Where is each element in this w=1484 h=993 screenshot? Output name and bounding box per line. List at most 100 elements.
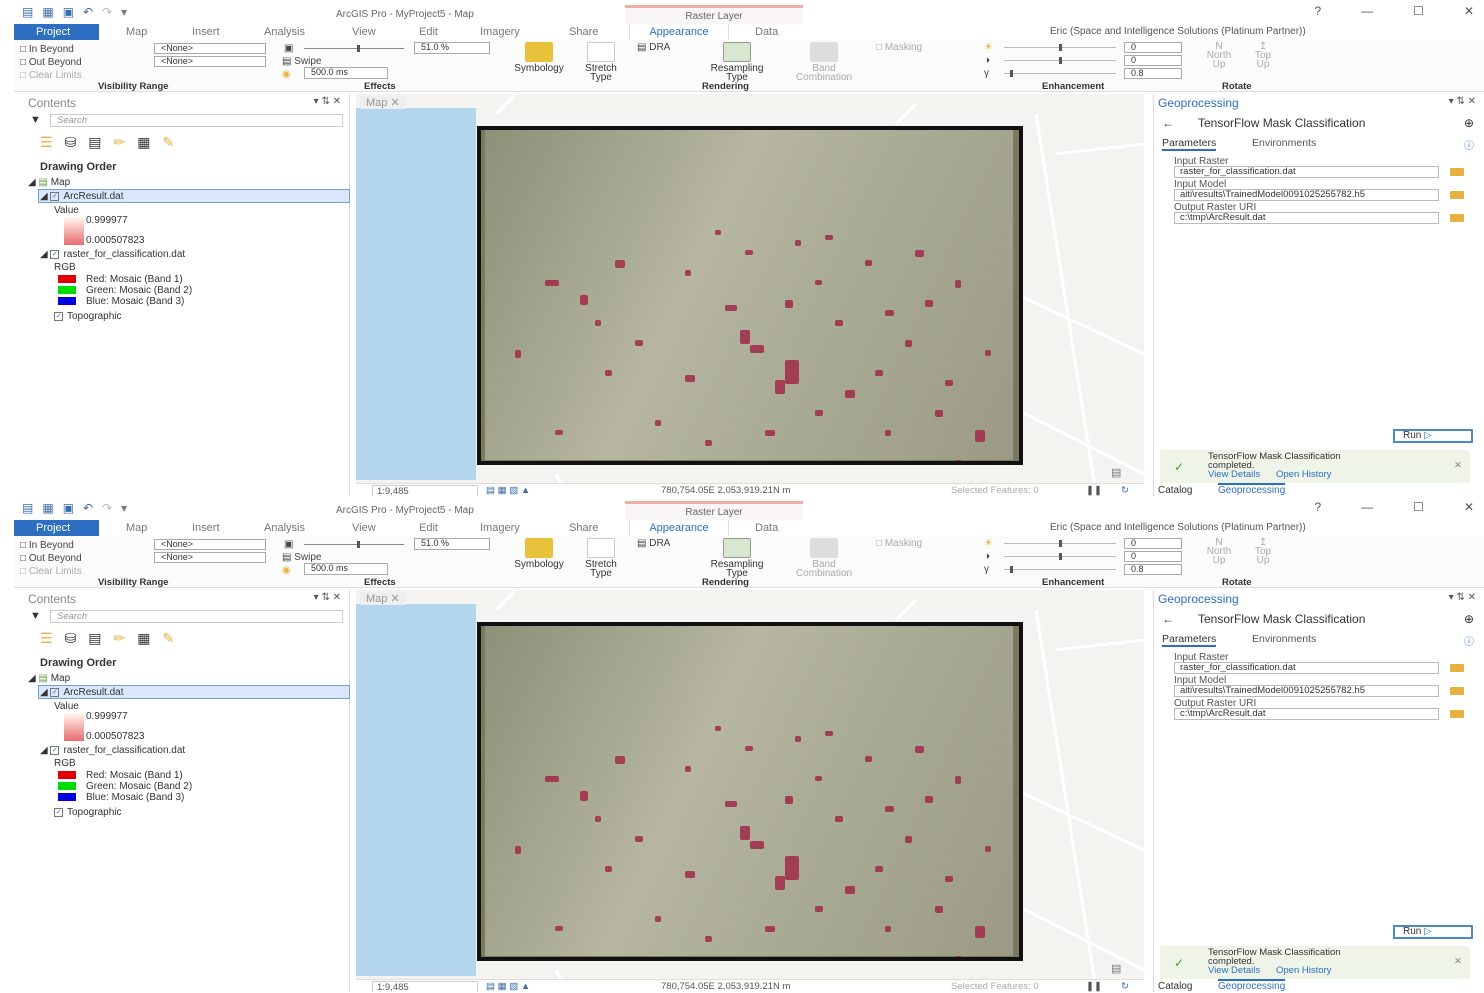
refresh-icon[interactable]: ↻ [1121, 485, 1129, 496]
add-icon[interactable]: ⊕ [1464, 612, 1474, 626]
redo-icon[interactable]: ↷ [102, 501, 112, 515]
map-node[interactable]: ◢ ▤ Map [28, 177, 70, 188]
tab-project[interactable]: Project [14, 24, 99, 40]
labeling-icon[interactable]: ✎ [163, 134, 175, 151]
contents-search-input[interactable]: Search [50, 114, 343, 127]
tab-map[interactable]: Map [126, 26, 147, 38]
tab-data[interactable]: Data [755, 26, 778, 38]
run-button[interactable]: Run ▷ [1393, 925, 1473, 939]
map-node[interactable]: ◢ ▤ Map [28, 673, 70, 684]
out-beyond-button[interactable]: □ Out Beyond [20, 553, 82, 564]
flicker-rate-input[interactable]: 500.0 ms [304, 563, 388, 575]
layer-topographic[interactable]: ✓ Topographic [54, 807, 121, 818]
back-icon[interactable]: ← [1162, 612, 1174, 626]
enhancement-slider-handle[interactable] [1059, 553, 1062, 560]
snapping-icon[interactable]: ▦ [137, 630, 150, 647]
tab-view[interactable]: View [352, 522, 376, 534]
pane-controls[interactable]: ▾ ⇅ ✕ [314, 96, 341, 107]
close-button[interactable]: ✕ [1464, 4, 1474, 18]
tab-insert[interactable]: Insert [192, 26, 220, 38]
brightness-input[interactable]: 0 [1124, 42, 1182, 53]
tab-geoprocessing[interactable]: Geoprocessing [1218, 483, 1286, 496]
browse-folder-icon[interactable] [1450, 710, 1464, 718]
input-raster-field[interactable]: raster_for_classification.dat [1174, 662, 1439, 674]
band-combination-button[interactable]: Band Combination [779, 538, 869, 579]
pause-icon[interactable]: ❚❚ [1086, 981, 1102, 992]
tab-appearance[interactable]: Appearance [629, 24, 729, 40]
map-tools-icons[interactable]: ▤ ▦ ▧ ▲ [486, 981, 530, 992]
out-beyond-select[interactable]: <None> [154, 552, 266, 563]
labeling-icon[interactable]: ✎ [163, 630, 175, 647]
tab-catalog[interactable]: Catalog [1158, 485, 1192, 496]
layer-visibility-checkbox[interactable]: ✓ [54, 807, 63, 817]
layer-visibility-checkbox[interactable]: ✓ [50, 249, 60, 259]
overview-icon[interactable]: ▤ [1111, 962, 1121, 975]
enhancement-slider-handle[interactable] [1010, 70, 1013, 77]
scale-select[interactable]: 1:9,485 [372, 981, 478, 992]
swipe-button[interactable]: ▤ Swipe [282, 552, 321, 563]
map-view[interactable]: Map ✕ ▤ [356, 590, 1144, 992]
run-button[interactable]: Run ▷ [1393, 429, 1473, 443]
enhancement-slider-handle[interactable] [1010, 566, 1013, 573]
new-project-icon[interactable]: ▤ [22, 501, 33, 515]
input-model-field[interactable]: aiti\results\TrainedModel0091025255782.h… [1174, 189, 1439, 201]
overview-icon[interactable]: ▤ [1111, 466, 1121, 479]
contents-search-input[interactable]: Search [50, 610, 343, 623]
minimize-button[interactable]: — [1361, 4, 1373, 18]
stretch-type-button[interactable]: Stretch Type [579, 42, 623, 83]
tab-catalog[interactable]: Catalog [1158, 981, 1192, 992]
out-beyond-select[interactable]: <None> [154, 56, 266, 67]
dra-button[interactable]: ▤ DRA [637, 538, 670, 549]
selection-icon[interactable]: ▤ [88, 134, 101, 151]
in-beyond-button[interactable]: □ In Beyond [20, 540, 74, 551]
pane-controls[interactable]: ▾ ⇅ ✕ [314, 592, 341, 603]
top-up-button[interactable]: ↥ Top Up [1248, 42, 1278, 70]
tab-view[interactable]: View [352, 26, 376, 38]
customize-icon[interactable]: ▾ [121, 501, 127, 515]
masking-button[interactable]: □ Masking [876, 42, 922, 53]
selection-icon[interactable]: ▤ [88, 630, 101, 647]
tab-insert[interactable]: Insert [192, 522, 220, 534]
map-tools-icons[interactable]: ▤ ▦ ▧ ▲ [486, 485, 530, 496]
filter-icon[interactable]: ▼ [30, 114, 41, 126]
drawing-order-icon[interactable]: ☰ [40, 630, 53, 647]
layer-visibility-checkbox[interactable]: ✓ [54, 311, 63, 321]
new-project-icon[interactable]: ▤ [22, 5, 33, 19]
transparency-slider-handle[interactable] [357, 45, 360, 52]
enhancement-slider-handle[interactable] [1059, 44, 1062, 51]
flicker-rate-input[interactable]: 500.0 ms [304, 67, 388, 79]
tab-environments[interactable]: Environments [1252, 633, 1316, 645]
tab-project[interactable]: Project [14, 520, 99, 536]
view-details-link[interactable]: View Details [1208, 469, 1260, 480]
input-model-field[interactable]: aiti\results\TrainedModel0091025255782.h… [1174, 685, 1439, 697]
maximize-button[interactable]: ☐ [1413, 4, 1424, 18]
enhancement-slider[interactable] [1004, 569, 1116, 570]
tab-geoprocessing[interactable]: Geoprocessing [1218, 979, 1286, 992]
scale-select[interactable]: 1:9,485 [372, 485, 478, 496]
clear-limits-button[interactable]: □ Clear Limits [20, 566, 82, 577]
browse-folder-icon[interactable] [1450, 191, 1464, 199]
map-view[interactable]: Map ✕ ▤ [356, 94, 1144, 496]
pane-controls[interactable]: ▾ ⇅ ✕ [1449, 592, 1476, 603]
in-beyond-select[interactable]: <None> [154, 43, 266, 54]
source-icon[interactable]: ⛁ [65, 630, 77, 647]
undo-icon[interactable]: ↶ [83, 501, 93, 515]
layer-visibility-checkbox[interactable]: ✓ [50, 191, 60, 201]
user-account[interactable]: Eric (Space and Intelligence Solutions (… [1050, 26, 1306, 37]
help-button[interactable]: ? [1314, 4, 1321, 18]
dismiss-icon[interactable]: ✕ [1454, 956, 1462, 967]
editing-icon[interactable]: ✏ [114, 630, 126, 647]
layer-raster[interactable]: ◢ ✓ raster_for_classification.dat [40, 745, 185, 756]
filter-icon[interactable]: ▼ [30, 610, 41, 622]
customize-icon[interactable]: ▾ [121, 5, 127, 19]
minimize-button[interactable]: — [1361, 500, 1373, 514]
source-icon[interactable]: ⛁ [65, 134, 77, 151]
save-icon[interactable]: ▣ [63, 501, 74, 515]
pane-controls[interactable]: ▾ ⇅ ✕ [1449, 96, 1476, 107]
help-icon[interactable]: ⓘ [1464, 633, 1474, 648]
layer-raster[interactable]: ◢ ✓ raster_for_classification.dat [40, 249, 185, 260]
out-beyond-button[interactable]: □ Out Beyond [20, 57, 82, 68]
layer-visibility-checkbox[interactable]: ✓ [50, 687, 60, 697]
user-account[interactable]: Eric (Space and Intelligence Solutions (… [1050, 522, 1306, 533]
contrast-input[interactable]: 0 [1124, 551, 1182, 562]
